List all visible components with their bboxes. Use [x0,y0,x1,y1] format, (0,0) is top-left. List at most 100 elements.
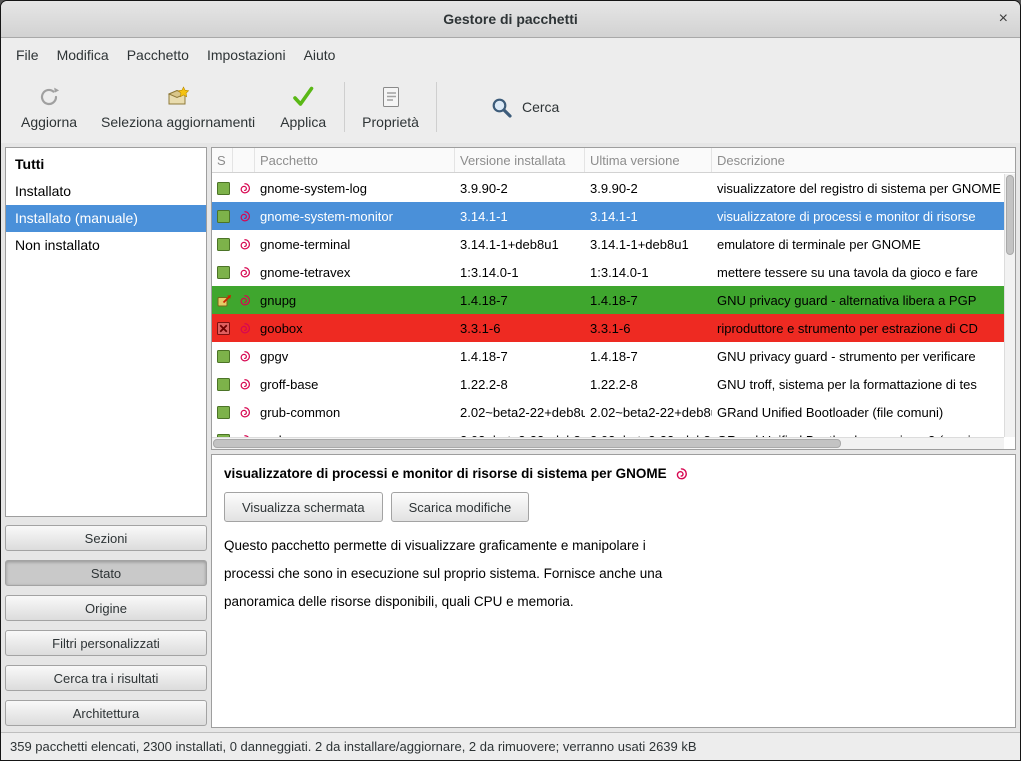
package-description: visualizzatore del registro di sistema p… [712,174,1004,202]
package-description: GRand Unified Bootloader, versione 2 (ve… [712,426,1004,437]
column-header-ultima-versione[interactable]: Ultima versione [585,148,712,172]
refresh-button[interactable]: Aggiorna [9,79,89,135]
package-name: gpgv [255,342,455,370]
search-button[interactable]: Cerca [476,86,573,128]
status-installed-icon[interactable] [217,266,230,279]
package-description: visualizzatore di processi e monitor di … [712,202,1004,230]
download-changelog-button[interactable]: Scarica modifiche [391,492,530,522]
installed-version: 1.4.18-7 [455,286,585,314]
status-upgrade-icon[interactable] [217,293,232,307]
close-button[interactable]: × [999,11,1008,27]
filter-list: TuttiInstallatoInstallato (manuale)Non i… [5,147,207,517]
cerca-tra-i-risultati-button[interactable]: Cerca tra i risultati [5,665,207,691]
package-row[interactable]: gnome-system-log3.9.90-23.9.90-2visualiz… [212,174,1004,202]
column-header-pacchetto[interactable]: Pacchetto [255,148,455,172]
menu-pacchetto[interactable]: Pacchetto [118,41,198,69]
package-row[interactable]: gnome-tetravex1:3.14.0-11:3.14.0-1metter… [212,258,1004,286]
package-description: emulatore di terminale per GNOME [712,230,1004,258]
package-name: grub-common [255,398,455,426]
horizontal-scrollbar[interactable] [212,437,1004,449]
architettura-button[interactable]: Architettura [5,700,207,726]
menu-modifica[interactable]: Modifica [48,41,118,69]
debian-swirl-icon [238,406,251,419]
latest-version: 3.3.1-6 [585,314,712,342]
installed-version: 3.14.1-1 [455,202,585,230]
titlebar[interactable]: Gestore di pacchetti × [1,1,1020,38]
menu-impostazioni[interactable]: Impostazioni [198,41,295,69]
menu-aiuto[interactable]: Aiuto [295,41,345,69]
sidebar: TuttiInstallatoInstallato (manuale)Non i… [5,147,207,728]
package-row[interactable]: grub-common2.02~beta2-22+deb8u12.02~beta… [212,398,1004,426]
package-manager-window: Gestore di pacchetti × FileModificaPacch… [0,0,1021,761]
toolbar-separator [344,82,345,132]
installed-version: 3.3.1-6 [455,314,585,342]
latest-version: 1.4.18-7 [585,342,712,370]
package-row[interactable]: gpgv1.4.18-71.4.18-7GNU privacy guard - … [212,342,1004,370]
package-description: mettere tessere su una tavola da gioco e… [712,258,1004,286]
properties-button-label: Proprietà [362,114,419,130]
package-row[interactable]: goobox3.3.1-63.3.1-6riproduttore e strum… [212,314,1004,342]
filter-installato[interactable]: Installato [6,178,206,205]
latest-version: 1.4.18-7 [585,286,712,314]
column-header-s[interactable]: S [212,148,233,172]
toolbar-separator [436,82,437,132]
debian-swirl-icon [238,322,251,335]
status-installed-icon[interactable] [217,238,230,251]
latest-version: 3.14.1-1 [585,202,712,230]
status-installed-icon[interactable] [217,406,230,419]
column-header-descrizione[interactable]: Descrizione [712,148,1015,172]
package-row[interactable]: groff-base1.22.2-81.22.2-8GNU troff, sis… [212,370,1004,398]
column-header-versione-installata[interactable]: Versione installata [455,148,585,172]
select-upgrades-button-label: Seleziona aggiornamenti [101,114,255,130]
status-installed-icon[interactable] [217,378,230,391]
column-header-icon[interactable] [233,148,255,172]
refresh-icon [37,84,61,110]
package-description: GNU privacy guard - alternativa libera a… [712,286,1004,314]
view-screenshot-button[interactable]: Visualizza schermata [224,492,383,522]
package-description: GNU privacy guard - strumento per verifi… [712,342,1004,370]
debian-swirl-icon [674,467,688,481]
package-name: grub-pc [255,426,455,437]
table-body: gnome-system-log3.9.90-23.9.90-2visualiz… [212,174,1004,437]
package-name: gnome-system-log [255,174,455,202]
package-description: GNU troff, sistema per la formattazione … [712,370,1004,398]
menu-file[interactable]: File [7,41,48,69]
filter-non-installato[interactable]: Non installato [6,232,206,259]
filtri-personalizzati-button[interactable]: Filtri personalizzati [5,630,207,656]
filter-installato-manuale[interactable]: Installato (manuale) [6,205,206,232]
status-installed-icon[interactable] [217,350,230,363]
latest-version: 3.14.1-1+deb8u1 [585,230,712,258]
vertical-scrollbar[interactable] [1004,174,1015,437]
debian-swirl-icon [238,350,251,363]
package-row[interactable]: gnupg1.4.18-71.4.18-7GNU privacy guard -… [212,286,1004,314]
status-installed-icon[interactable] [217,182,230,195]
installed-version: 2.02~beta2-22+deb8u1 [455,426,585,437]
origine-button[interactable]: Origine [5,595,207,621]
package-name: gnome-terminal [255,230,455,258]
main-panel: S PacchettoVersione installataUltima vers… [211,147,1016,728]
select-upgrades-button[interactable]: Seleziona aggiornamenti [89,79,267,135]
installed-version: 1:3.14.0-1 [455,258,585,286]
vertical-scrollbar-thumb[interactable] [1006,175,1014,255]
details-title: visualizzatore di processi e monitor di … [224,466,667,481]
window-title: Gestore di pacchetti [443,11,578,27]
horizontal-scrollbar-thumb[interactable] [213,439,841,448]
details-description-line: Questo pacchetto permette di visualizzar… [224,532,1003,560]
sezioni-button[interactable]: Sezioni [5,525,207,551]
stato-button[interactable]: Stato [5,560,207,586]
status-installed-icon[interactable] [217,210,230,223]
debian-swirl-icon [238,294,251,307]
package-row[interactable]: gnome-system-monitor3.14.1-13.14.1-1visu… [212,202,1004,230]
filter-tutti[interactable]: Tutti [6,151,206,178]
properties-icon [379,84,403,110]
status-remove-icon[interactable] [217,322,230,335]
menubar: FileModificaPacchettoImpostazioniAiuto [1,38,1020,71]
statusbar-text: 359 pacchetti elencati, 2300 installati,… [10,739,697,754]
package-row[interactable]: grub-pc2.02~beta2-22+deb8u12.02~beta2-22… [212,426,1004,437]
properties-button[interactable]: Proprietà [350,79,431,135]
apply-button[interactable]: Applica [267,79,339,135]
installed-version: 1.22.2-8 [455,370,585,398]
package-row[interactable]: gnome-terminal3.14.1-1+deb8u13.14.1-1+de… [212,230,1004,258]
installed-version: 2.02~beta2-22+deb8u1 [455,398,585,426]
package-description: GRand Unified Bootloader (file comuni) [712,398,1004,426]
